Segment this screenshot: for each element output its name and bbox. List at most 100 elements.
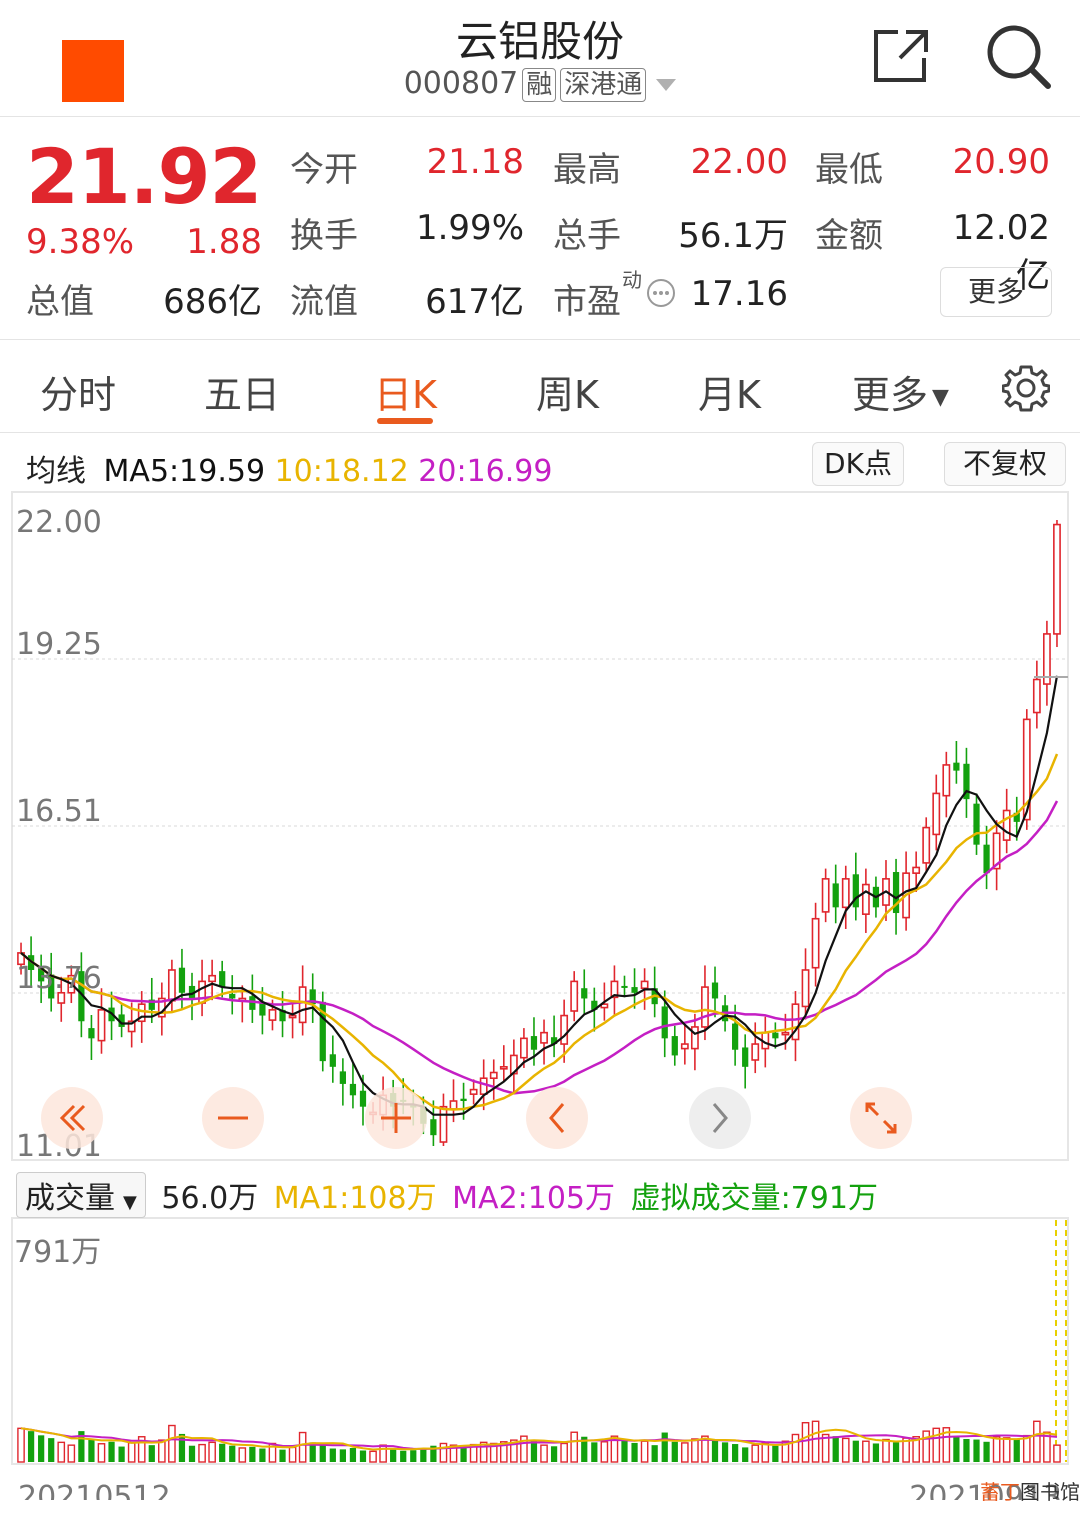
stat-turnover-label: 换手 bbox=[290, 216, 358, 256]
candle-body bbox=[581, 988, 588, 999]
ma10-value: 10:18.12 bbox=[274, 454, 409, 489]
volume-bar bbox=[238, 1447, 247, 1463]
volume-bar bbox=[973, 1439, 980, 1462]
scroll-left-button[interactable] bbox=[526, 1087, 588, 1149]
candle-body bbox=[219, 971, 226, 988]
candle-body bbox=[329, 1054, 336, 1067]
volume-bar bbox=[540, 1444, 548, 1463]
volume-bar bbox=[298, 1431, 307, 1463]
candle-body bbox=[772, 1032, 779, 1039]
candle-body bbox=[449, 1100, 458, 1110]
more-stats-button[interactable]: 更多 bbox=[940, 267, 1052, 317]
candle-body bbox=[953, 762, 960, 771]
candle-body bbox=[781, 1031, 790, 1036]
volume-bar bbox=[279, 1449, 286, 1462]
volume-bar bbox=[148, 1445, 155, 1462]
volume-bar bbox=[1022, 1434, 1031, 1463]
candle-body bbox=[751, 1043, 760, 1061]
volume-bar bbox=[882, 1438, 890, 1463]
stock-subline[interactable]: 000807 融深港通 bbox=[300, 66, 780, 102]
stat-low-value: 20.90 bbox=[952, 142, 1050, 182]
stat-amount-label: 金额 bbox=[815, 216, 883, 256]
volume-bar bbox=[219, 1443, 226, 1462]
tab-weekly-k[interactable]: 周K bbox=[536, 364, 599, 419]
candle-body bbox=[88, 1028, 95, 1039]
fullscreen-button[interactable] bbox=[850, 1087, 912, 1149]
volume-bar bbox=[681, 1442, 689, 1463]
total-value: 686亿 bbox=[163, 282, 262, 322]
margin-tag: 融 bbox=[522, 68, 557, 102]
volume-bar bbox=[208, 1441, 216, 1463]
volume-ma2: MA2:105万 bbox=[452, 1181, 616, 1216]
candle-body bbox=[1002, 809, 1011, 841]
button-bg bbox=[526, 1087, 588, 1149]
volume-bar bbox=[852, 1440, 859, 1462]
volume-bar bbox=[671, 1441, 678, 1462]
tab-more-caret-icon: ▼ bbox=[932, 385, 949, 410]
volume-bar bbox=[791, 1433, 800, 1463]
kline-chart[interactable]: 22.00 19.25 16.51 13.76 11.01 791万 20210… bbox=[0, 490, 1080, 1500]
candle-body bbox=[229, 993, 236, 999]
ma10-line bbox=[20, 753, 1059, 1111]
pe-superscript: 动 bbox=[622, 268, 642, 292]
volume-bar bbox=[631, 1442, 638, 1462]
button-bg bbox=[689, 1087, 751, 1149]
volume-bar bbox=[127, 1442, 136, 1463]
select-caret-icon: ▼ bbox=[123, 1192, 137, 1213]
stat-low-label: 最低 bbox=[815, 150, 883, 190]
candle-body bbox=[983, 844, 990, 874]
dk-point-button[interactable]: DK点 bbox=[812, 442, 904, 486]
zoom-out-button[interactable] bbox=[202, 1087, 264, 1149]
settings-gear-icon[interactable] bbox=[1002, 364, 1050, 412]
candle-body bbox=[671, 1036, 678, 1056]
candle-body bbox=[198, 980, 206, 1004]
zoom-in-button[interactable] bbox=[365, 1087, 427, 1149]
candle-body bbox=[932, 792, 941, 836]
volume-bar bbox=[118, 1446, 125, 1462]
volume-ma2-line bbox=[20, 1427, 1058, 1451]
volume-bar bbox=[1002, 1437, 1011, 1463]
candle-body bbox=[973, 803, 980, 845]
volume-bar bbox=[691, 1438, 699, 1463]
stock-title: 云铝股份 bbox=[455, 17, 624, 66]
dropdown-triangle-icon[interactable] bbox=[656, 78, 677, 91]
volume-bar bbox=[550, 1446, 558, 1462]
candle-body bbox=[97, 1009, 106, 1042]
volume-bar bbox=[460, 1446, 467, 1462]
more-info-icon[interactable] bbox=[646, 278, 676, 308]
search-icon[interactable] bbox=[984, 22, 1052, 90]
volume-bar bbox=[57, 1441, 66, 1463]
volume-bar bbox=[420, 1447, 427, 1462]
volume-bar bbox=[621, 1439, 628, 1462]
volume-legend: 成交量 ▼ 56.0万 MA1:108万 MA2:105万 虚拟成交量:791万 bbox=[16, 1172, 878, 1218]
candle-body bbox=[701, 986, 709, 1028]
volume-bar bbox=[661, 1432, 668, 1462]
share-icon[interactable] bbox=[872, 28, 932, 84]
volume-bar bbox=[651, 1445, 658, 1462]
candle-body bbox=[570, 980, 579, 1012]
scroll-left-fast-button[interactable] bbox=[41, 1087, 103, 1149]
change-percent: 9.38% bbox=[26, 222, 135, 262]
app-logo[interactable] bbox=[62, 40, 124, 102]
tab-daily-k[interactable]: 日K bbox=[374, 364, 437, 419]
adjust-mode-button[interactable]: 不复权 bbox=[944, 442, 1066, 486]
volume-bar bbox=[88, 1439, 95, 1462]
volume-bar bbox=[198, 1443, 206, 1463]
x-start-date: 20210512 bbox=[18, 1480, 171, 1500]
candle-body bbox=[288, 1014, 297, 1019]
scroll-right-button[interactable] bbox=[689, 1087, 751, 1149]
candle-body bbox=[349, 1083, 357, 1096]
tab-five-day[interactable]: 五日 bbox=[204, 364, 280, 419]
ma20-value: 20:16.99 bbox=[418, 454, 553, 489]
volume-bar bbox=[319, 1444, 326, 1462]
tab-more[interactable]: 更多 ▼ bbox=[852, 364, 949, 419]
tab-monthly-k[interactable]: 月K bbox=[698, 364, 761, 419]
candle-body bbox=[268, 1009, 277, 1021]
tab-intraday[interactable]: 分时 bbox=[40, 364, 116, 419]
volume-bar bbox=[932, 1427, 941, 1463]
candle-body bbox=[621, 985, 628, 988]
volume-indicator-select[interactable]: 成交量 ▼ bbox=[16, 1172, 146, 1218]
volume-bar bbox=[560, 1442, 568, 1463]
volume-bar bbox=[158, 1439, 166, 1463]
volume-bar bbox=[249, 1446, 256, 1462]
